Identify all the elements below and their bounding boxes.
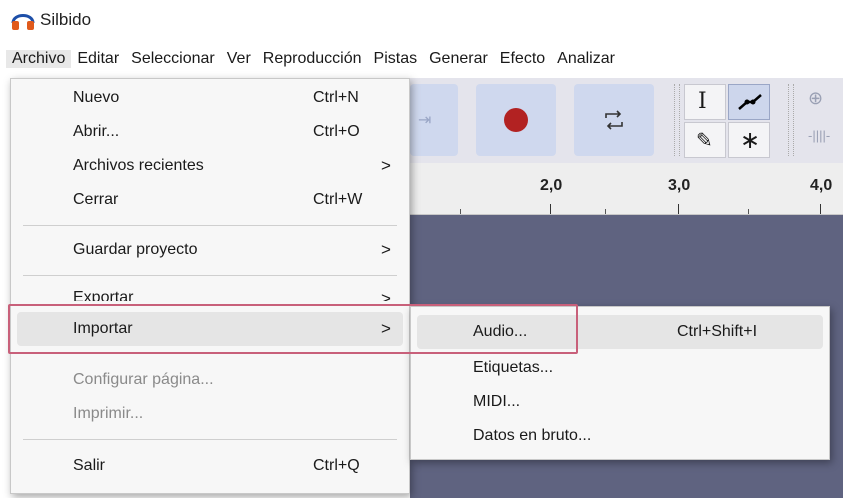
menu-item-label: Etiquetas... bbox=[473, 359, 554, 376]
submenu-arrow-icon: > bbox=[381, 156, 391, 175]
menu-archivo[interactable]: Archivo bbox=[6, 50, 72, 68]
i-beam-icon: I bbox=[698, 89, 707, 114]
menu-generar[interactable]: Generar bbox=[423, 50, 494, 68]
envelope-tool-button[interactable] bbox=[728, 84, 770, 120]
ruler-minor-tick bbox=[460, 209, 461, 214]
selection-tool-button[interactable]: I bbox=[684, 84, 726, 120]
menu-editar[interactable]: Editar bbox=[71, 50, 125, 68]
submenu-item-midi[interactable]: MIDI... bbox=[411, 385, 829, 419]
menu-item-nuevo[interactable]: Nuevo Ctrl+N bbox=[11, 81, 409, 115]
ruler-tick bbox=[820, 204, 821, 214]
zoom-in-icon[interactable]: ⊕ bbox=[808, 88, 823, 109]
window-title: Silbido bbox=[40, 10, 92, 29]
menu-separator bbox=[23, 439, 397, 440]
menu-item-shortcut: Ctrl+N bbox=[313, 89, 359, 106]
menu-seleccionar[interactable]: Seleccionar bbox=[125, 50, 221, 68]
submenu-item-datos-en-bruto[interactable]: Datos en bruto... bbox=[411, 419, 829, 453]
menu-item-exportar[interactable]: Exportar > bbox=[11, 281, 409, 301]
menu-pistas[interactable]: Pistas bbox=[368, 50, 424, 68]
menu-bar: Archivo Editar Seleccionar Ver Reproducc… bbox=[0, 40, 843, 78]
menu-item-label: Salir bbox=[73, 457, 106, 474]
loop-button[interactable] bbox=[574, 84, 654, 156]
ruler-label: 4,0 bbox=[810, 177, 833, 194]
skip-end-icon: ⇥ bbox=[418, 112, 432, 129]
loop-icon bbox=[605, 110, 623, 130]
record-icon bbox=[504, 108, 528, 132]
pencil-icon: ✎ bbox=[696, 130, 713, 152]
file-menu: Nuevo Ctrl+N Abrir... Ctrl+O Archivos re… bbox=[10, 78, 410, 494]
menu-item-configurar-pagina: Configurar página... bbox=[11, 363, 409, 397]
menu-item-cerrar[interactable]: Cerrar Ctrl+W bbox=[11, 183, 409, 217]
asterisk-icon: ∗ bbox=[740, 127, 761, 154]
ruler-minor-tick bbox=[748, 209, 749, 214]
menu-item-salir[interactable]: Salir Ctrl+Q bbox=[11, 449, 409, 483]
menu-item-label: Archivos recientes bbox=[73, 157, 204, 174]
menu-item-label: MIDI... bbox=[473, 393, 521, 410]
menu-reproduccion[interactable]: Reproducción bbox=[257, 50, 368, 68]
menu-ver[interactable]: Ver bbox=[221, 50, 257, 68]
ruler-label: 2,0 bbox=[540, 177, 563, 194]
draw-tool-button[interactable]: ✎ bbox=[684, 122, 726, 158]
envelope-icon bbox=[738, 94, 762, 110]
ruler-label: 3,0 bbox=[668, 177, 691, 194]
menu-analizar[interactable]: Analizar bbox=[551, 50, 621, 68]
menu-separator bbox=[23, 275, 397, 276]
submenu-arrow-icon: > bbox=[381, 240, 391, 259]
menu-item-imprimir: Imprimir... bbox=[11, 397, 409, 431]
ruler-minor-tick bbox=[605, 209, 606, 214]
menu-item-label: Cerrar bbox=[73, 191, 119, 208]
skip-end-button[interactable]: ⇥ bbox=[410, 84, 458, 156]
submenu-arrow-icon: > bbox=[381, 289, 391, 301]
menu-efecto[interactable]: Efecto bbox=[494, 50, 551, 68]
waveform-icon[interactable]: -||||- bbox=[808, 128, 830, 143]
menu-item-archivos-recientes[interactable]: Archivos recientes > bbox=[11, 149, 409, 183]
multi-tool-button[interactable]: ∗ bbox=[728, 122, 770, 158]
record-button[interactable] bbox=[476, 84, 556, 156]
menu-item-abrir[interactable]: Abrir... Ctrl+O bbox=[11, 115, 409, 149]
menu-item-guardar-proyecto[interactable]: Guardar proyecto > bbox=[11, 233, 409, 267]
menu-item-label: Abrir... bbox=[73, 123, 120, 140]
ruler-tick bbox=[550, 204, 551, 214]
menu-item-label: Nuevo bbox=[73, 89, 120, 106]
menu-item-label: Guardar proyecto bbox=[73, 241, 198, 258]
menu-item-label: Configurar página... bbox=[73, 371, 214, 388]
menu-item-label: Imprimir... bbox=[73, 405, 144, 422]
toolbar: ⇥ I ✎ ∗ ⊕ -||||- bbox=[410, 78, 843, 163]
edit-grip bbox=[788, 84, 794, 156]
menu-item-shortcut: Ctrl+Shift+I bbox=[677, 323, 758, 340]
menu-item-shortcut: Ctrl+W bbox=[313, 191, 363, 208]
tools-grip bbox=[674, 84, 680, 156]
menu-item-shortcut: Ctrl+O bbox=[313, 123, 360, 140]
highlight-annotation bbox=[8, 304, 578, 354]
menu-item-shortcut: Ctrl+Q bbox=[313, 457, 360, 474]
timeline-ruler[interactable]: 2,0 3,0 4,0 bbox=[410, 163, 843, 215]
headphones-icon bbox=[11, 14, 35, 30]
menu-item-label: Exportar bbox=[73, 289, 134, 301]
menu-item-label: Datos en bruto... bbox=[473, 427, 592, 444]
submenu-item-etiquetas[interactable]: Etiquetas... bbox=[411, 351, 829, 385]
menu-separator bbox=[23, 225, 397, 226]
title-bar: Silbido bbox=[0, 0, 843, 40]
ruler-tick bbox=[678, 204, 679, 214]
